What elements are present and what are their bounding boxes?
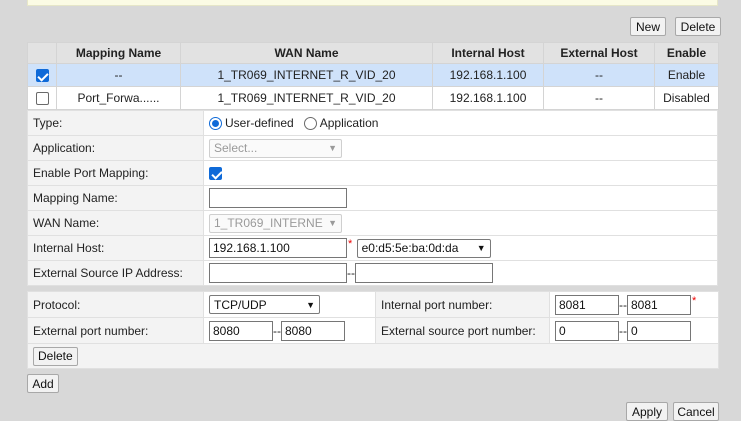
range-separator: -- <box>273 323 281 338</box>
mapping-name-input[interactable] <box>209 188 347 208</box>
port-settings-table: Protocol: TCP/UDP ▼ Internal port number… <box>27 291 719 369</box>
mapping-name-label: Mapping Name: <box>27 185 204 211</box>
range-separator: -- <box>619 297 627 312</box>
external-source-ip-start-input[interactable] <box>209 263 347 283</box>
port-mapping-table: Mapping Name WAN Name Internal Host Exte… <box>27 42 719 110</box>
cell-enable: Enable <box>654 63 719 87</box>
new-button[interactable]: New <box>630 17 666 36</box>
radio-button[interactable] <box>209 116 222 130</box>
cell-wan-name: 1_TR069_INTERNET_R_VID_20 <box>180 86 433 110</box>
chevron-down-icon: ▼ <box>476 243 486 253</box>
range-separator: -- <box>347 266 355 280</box>
range-separator: -- <box>619 323 627 338</box>
wan-name-select[interactable]: 1_TR069_INTERNE ▼ <box>209 213 342 233</box>
external-port-end-input[interactable]: 8080 <box>281 320 345 341</box>
external-source-ip-end-input[interactable] <box>355 263 493 283</box>
external-port-label: External port number: <box>27 317 204 344</box>
internal-port-start-input[interactable]: 8081 <box>555 294 619 315</box>
type-label: Type: <box>27 110 204 136</box>
external-source-ip-label: External Source IP Address: <box>27 260 204 286</box>
delete-port-rule-button[interactable]: Delete <box>33 346 78 366</box>
chevron-down-icon: ▼ <box>306 299 315 310</box>
delete-button[interactable]: Delete <box>675 17 721 36</box>
cancel-button[interactable]: Cancel <box>673 402 719 421</box>
type-radio-application[interactable]: Application <box>303 116 378 130</box>
column-header-internal-host: Internal Host <box>432 42 544 64</box>
chevron-down-icon: ▼ <box>328 218 337 228</box>
column-header-enable: Enable <box>654 42 719 64</box>
cell-mapping-name: -- <box>56 63 181 87</box>
cell-external-host: -- <box>543 86 655 110</box>
internal-port-end-input[interactable]: 8081 <box>627 294 691 315</box>
internal-port-label: Internal port number: <box>375 291 550 318</box>
wan-name-label: WAN Name: <box>27 210 204 236</box>
cell-external-host: -- <box>543 63 655 87</box>
select-column-header <box>27 42 57 64</box>
required-marker: * <box>348 238 353 250</box>
internal-host-mac-select[interactable]: e0:d5:5e:ba:0d:da ▼ <box>356 238 491 258</box>
enable-port-mapping-label: Enable Port Mapping: <box>27 160 204 186</box>
cell-mapping-name: Port_Forwa...... <box>56 86 181 110</box>
cell-internal-host: 192.168.1.100 <box>432 86 544 110</box>
external-source-port-end-input[interactable]: 0 <box>627 320 691 341</box>
chevron-down-icon: ▼ <box>328 143 337 153</box>
enable-port-mapping-checkbox[interactable] <box>209 167 222 181</box>
application-label: Application: <box>27 135 204 161</box>
mapping-detail-form: Type: User-defined Application Applicati… <box>27 110 718 286</box>
cell-internal-host: 192.168.1.100 <box>432 63 544 87</box>
table-row[interactable]: -- 1_TR069_INTERNET_R_VID_20 192.168.1.1… <box>27 63 719 87</box>
protocol-label: Protocol: <box>27 291 204 318</box>
application-select[interactable]: Select... ▼ <box>209 138 342 158</box>
type-radio-user-defined[interactable]: User-defined <box>209 116 294 130</box>
internal-host-input[interactable]: 192.168.1.100 <box>209 238 347 258</box>
row-checkbox[interactable] <box>35 92 49 106</box>
table-row[interactable]: Port_Forwa...... 1_TR069_INTERNET_R_VID_… <box>27 86 719 110</box>
row-checkbox[interactable] <box>35 69 49 83</box>
top-note-panel <box>27 0 718 6</box>
column-header-external-host: External Host <box>543 42 655 64</box>
column-header-wan-name: WAN Name <box>180 42 433 64</box>
table-header-row: Mapping Name WAN Name Internal Host Exte… <box>27 42 719 64</box>
apply-button[interactable]: Apply <box>626 402 668 421</box>
internal-host-label: Internal Host: <box>27 235 204 261</box>
external-port-start-input[interactable]: 8080 <box>209 320 273 341</box>
radio-button[interactable] <box>303 116 317 130</box>
cell-enable: Disabled <box>654 86 719 110</box>
add-port-rule-button[interactable]: Add <box>27 374 59 393</box>
external-source-port-start-input[interactable]: 0 <box>555 320 619 341</box>
cell-wan-name: 1_TR069_INTERNET_R_VID_20 <box>180 63 433 87</box>
protocol-select[interactable]: TCP/UDP ▼ <box>209 295 320 314</box>
external-source-port-label: External source port number: <box>375 317 550 344</box>
column-header-mapping-name: Mapping Name <box>56 42 181 64</box>
required-marker: * <box>692 294 697 307</box>
